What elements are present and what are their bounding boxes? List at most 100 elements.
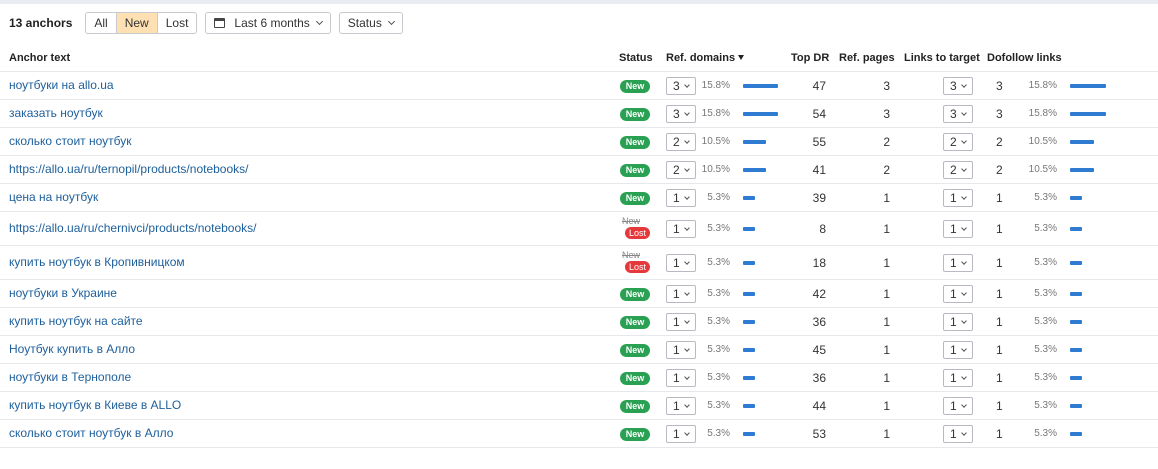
- table-row: ноутбуки в Тернополе New 1 5.3% 36 1 1 1 5.3%: [0, 364, 1158, 392]
- chevron-down-icon: [960, 345, 967, 352]
- anchors-count: 13 anchors: [9, 16, 73, 30]
- ref-domains-select[interactable]: 3: [666, 105, 696, 123]
- ref-pages-value: 1: [883, 256, 890, 270]
- table-row: заказать ноутбук New 3 15.8% 54 3 3 3 15.8%: [0, 100, 1158, 128]
- ref-domains-select[interactable]: 2: [666, 133, 696, 151]
- dofollow-value: 1: [996, 343, 1003, 357]
- dofollow-bar: [1070, 404, 1083, 408]
- status-dropdown[interactable]: Status: [338, 12, 403, 34]
- dofollow-bar: [1070, 320, 1083, 324]
- ref-domains-select[interactable]: 1: [666, 369, 696, 387]
- anchor-link[interactable]: купить ноутбук в Киеве в ALLO: [9, 398, 181, 412]
- chevron-down-icon: [683, 345, 690, 352]
- ref-domains-select[interactable]: 2: [666, 161, 696, 179]
- links-to-target-select[interactable]: 1: [943, 285, 973, 303]
- links-to-target-select[interactable]: 1: [943, 313, 973, 331]
- ref-domains-select[interactable]: 3: [666, 77, 696, 95]
- links-to-target-select[interactable]: 1: [943, 254, 973, 272]
- ref-domains-select[interactable]: 1: [666, 285, 696, 303]
- col-anchor-text[interactable]: Anchor text: [9, 52, 70, 64]
- col-top-dr[interactable]: Top DR: [791, 52, 829, 64]
- table-row: ноутбуки на allo.ua New 3 15.8% 47 3 3 3 15.8%: [0, 72, 1158, 100]
- links-to-target-select[interactable]: 1: [943, 341, 973, 359]
- top-dr-value: 47: [812, 79, 826, 93]
- chevron-down-icon: [960, 373, 967, 380]
- ref-domains-bar: [743, 112, 778, 116]
- ref-domains-select-value: 3: [673, 107, 680, 121]
- chevron-down-icon: [683, 429, 690, 436]
- status-badge-lost: New Lost: [620, 250, 654, 276]
- ref-domains-select[interactable]: 1: [666, 397, 696, 415]
- links-to-target-select[interactable]: 3: [943, 105, 973, 123]
- ref-domains-select[interactable]: 1: [666, 189, 696, 207]
- filter-lost[interactable]: Lost: [156, 13, 197, 33]
- dofollow-value: 1: [996, 191, 1003, 205]
- table-row: сколько стоит ноутбук New 2 10.5% 55 2 2 2 10.5%: [0, 128, 1158, 156]
- status-badge-new: New: [620, 400, 650, 413]
- status-lost-pill: Lost: [625, 261, 650, 273]
- links-to-target-select[interactable]: 2: [943, 161, 973, 179]
- col-status[interactable]: Status: [619, 52, 653, 64]
- links-to-target-select-value: 3: [950, 107, 957, 121]
- status-badge-new: New: [620, 108, 650, 121]
- ref-domains-select[interactable]: 1: [666, 341, 696, 359]
- ref-domains-select-value: 2: [673, 135, 680, 149]
- status-previous-new: New: [622, 250, 641, 260]
- links-to-target-select[interactable]: 1: [943, 397, 973, 415]
- ref-domains-select-value: 1: [673, 222, 680, 236]
- anchor-link[interactable]: https://allo.ua/ru/ternopil/products/not…: [9, 162, 248, 176]
- links-to-target-select[interactable]: 1: [943, 425, 973, 443]
- anchor-link[interactable]: цена на ноутбук: [9, 190, 98, 204]
- table-row: ноутбуки в Украине New 1 5.3% 42 1 1 1 5.3%: [0, 280, 1158, 308]
- ref-domains-select-value: 2: [673, 163, 680, 177]
- ref-domains-select[interactable]: 1: [666, 220, 696, 238]
- col-ref-pages[interactable]: Ref. pages: [839, 52, 895, 64]
- col-links-to-target[interactable]: Links to target: [904, 52, 980, 64]
- anchor-link[interactable]: ноутбуки в Украине: [9, 286, 117, 300]
- chevron-down-icon: [960, 224, 967, 231]
- filter-new[interactable]: New: [115, 13, 157, 33]
- anchor-link[interactable]: https://allo.ua/ru/chernivci/products/no…: [9, 221, 256, 235]
- ref-domains-select[interactable]: 1: [666, 425, 696, 443]
- table-row: сколько стоит ноутбук в Алло New 1 5.3% 53 1 1…: [0, 420, 1158, 448]
- anchor-link[interactable]: сколько стоит ноутбук в Алло: [9, 426, 173, 440]
- ref-domains-select-value: 1: [673, 287, 680, 301]
- ref-pages-value: 1: [883, 315, 890, 329]
- anchor-link[interactable]: заказать ноутбук: [9, 106, 103, 120]
- filter-all[interactable]: All: [86, 13, 115, 33]
- ref-domains-select-value: 1: [673, 399, 680, 413]
- links-to-target-select[interactable]: 2: [943, 133, 973, 151]
- ref-domains-select[interactable]: 1: [666, 313, 696, 331]
- links-to-target-select-value: 3: [950, 79, 957, 93]
- links-to-target-select[interactable]: 1: [943, 189, 973, 207]
- anchor-link[interactable]: купить ноутбук на сайте: [9, 314, 143, 328]
- top-dr-value: 42: [812, 287, 826, 301]
- dofollow-value: 1: [996, 287, 1003, 301]
- top-dr-value: 36: [812, 315, 826, 329]
- top-dr-value: 45: [812, 343, 826, 357]
- ref-domains-percent: 5.3%: [707, 192, 730, 203]
- dofollow-percent: 5.3%: [1034, 316, 1057, 327]
- ref-domains-select[interactable]: 1: [666, 254, 696, 272]
- anchor-link[interactable]: сколько стоит ноутбук: [9, 134, 132, 148]
- top-dr-value: 8: [819, 222, 826, 236]
- ref-domains-select-value: 3: [673, 79, 680, 93]
- dofollow-bar: [1070, 196, 1083, 200]
- table-row: цена на ноутбук New 1 5.3% 39 1 1 1 5.3%: [0, 184, 1158, 212]
- col-dofollow-links[interactable]: Dofollow links: [987, 52, 1062, 64]
- links-to-target-select[interactable]: 1: [943, 369, 973, 387]
- top-dr-value: 18: [812, 256, 826, 270]
- col-ref-domains[interactable]: Ref. domains: [666, 52, 745, 64]
- date-range-dropdown[interactable]: Last 6 months: [205, 12, 331, 34]
- chevron-down-icon: [683, 81, 690, 88]
- links-to-target-select[interactable]: 3: [943, 77, 973, 95]
- status-badge-lost: New Lost: [620, 216, 654, 242]
- anchor-link[interactable]: купить ноутбук в Кропивницком: [9, 255, 185, 269]
- anchor-link[interactable]: ноутбуки в Тернополе: [9, 370, 131, 384]
- links-to-target-select[interactable]: 1: [943, 220, 973, 238]
- status-badge-new: New: [620, 80, 650, 93]
- status-badge-new: New: [620, 192, 650, 205]
- anchor-link[interactable]: ноутбуки на allo.ua: [9, 78, 114, 92]
- ref-domains-percent: 5.3%: [707, 288, 730, 299]
- anchor-link[interactable]: Ноутбук купить в Алло: [9, 342, 135, 356]
